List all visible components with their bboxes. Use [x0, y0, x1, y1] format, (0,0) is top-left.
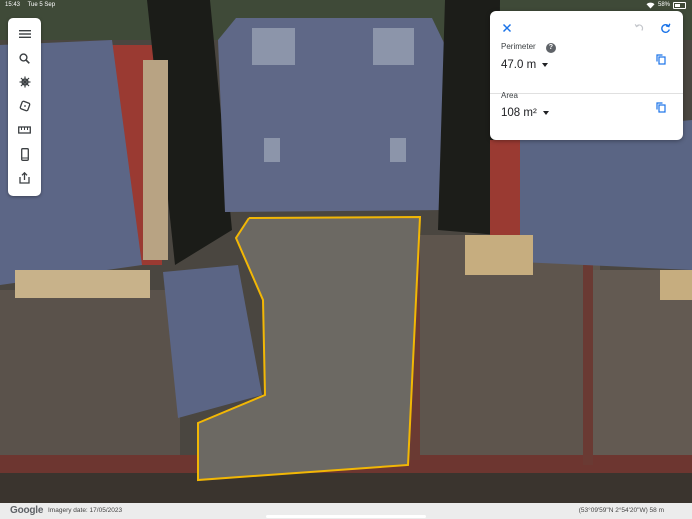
chevron-down-icon — [542, 63, 549, 67]
camera-coordinates: (53°09'59"N 2°54'20"W) 58 m — [578, 507, 664, 514]
area-value-dropdown[interactable]: 108 m² — [501, 107, 549, 119]
search-button[interactable] — [8, 46, 41, 70]
left-toolbar — [8, 18, 41, 196]
feeling-lucky-button[interactable] — [8, 94, 41, 118]
panel-divider — [490, 93, 683, 94]
copy-area-button[interactable] — [656, 100, 666, 118]
measure-button[interactable] — [8, 118, 41, 142]
attribution-bar: Google Imagery date: 17/05/2023 (53°09'5… — [0, 503, 692, 519]
google-logo: Google — [10, 505, 44, 516]
copy-icon — [656, 102, 666, 113]
status-bar: 15:43 Tue 5 Sep 58% — [0, 0, 692, 10]
search-icon — [19, 52, 30, 64]
undo-button[interactable] — [632, 21, 646, 35]
area-value: 108 m² — [501, 107, 537, 119]
home-indicator — [266, 515, 426, 518]
redo-icon — [660, 23, 670, 33]
voyager-button[interactable] — [8, 70, 41, 94]
redo-button[interactable] — [658, 21, 672, 35]
undo-icon — [634, 24, 644, 31]
perimeter-label: Perimeter ? — [501, 42, 556, 53]
hamburger-icon — [18, 30, 31, 38]
measure-panel: Perimeter ? 47.0 m Area 108 m² — [490, 11, 683, 140]
copy-icon — [656, 54, 666, 65]
imagery-date: Imagery date: 17/05/2023 — [48, 507, 123, 514]
status-date: Tue 5 Sep — [27, 2, 56, 8]
helm-icon — [19, 76, 30, 88]
close-button[interactable] — [500, 21, 514, 35]
chevron-down-icon — [542, 111, 549, 115]
copy-perimeter-button[interactable] — [656, 52, 666, 70]
perimeter-value-dropdown[interactable]: 47.0 m — [501, 59, 549, 71]
dice-icon — [19, 100, 30, 112]
status-time: 15:43 — [5, 2, 21, 8]
share-button[interactable] — [8, 166, 41, 190]
share-icon — [19, 172, 30, 184]
battery-icon — [673, 1, 686, 9]
close-icon — [502, 23, 512, 33]
perimeter-value: 47.0 m — [501, 59, 537, 71]
area-label: Area — [501, 91, 518, 100]
ruler-icon — [18, 126, 31, 134]
device-icon — [20, 147, 29, 161]
menu-button[interactable] — [8, 22, 41, 46]
wifi-icon — [646, 2, 655, 8]
help-icon[interactable]: ? — [545, 43, 556, 53]
projects-button[interactable] — [8, 142, 41, 166]
battery-percent: 58% — [657, 2, 670, 8]
